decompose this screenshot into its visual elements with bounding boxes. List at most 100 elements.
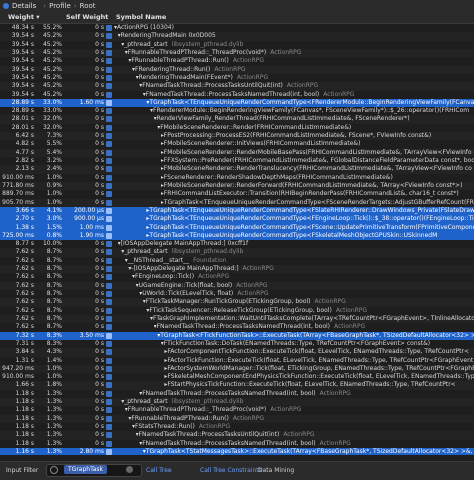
self-weight-cell: 0 s [95, 265, 104, 273]
weight-column-header[interactable]: Weight ▾ [8, 12, 40, 23]
call-tree-row[interactable]: 1.18 s 1.3% 0 s ▾FNamedTaskThread::ProcessT… [0, 440, 474, 448]
call-tree-button[interactable]: Call Tree [146, 462, 172, 480]
call-tree-row[interactable]: 4.82 s 5.5% 0 s ▸FMobileSceneRenderer::Init… [0, 140, 474, 148]
user-frame-icon [106, 58, 112, 65]
call-tree-row[interactable]: 1.18 s 1.3% 0 s ▾FNamedTaskThread::ProcessT… [0, 390, 474, 398]
call-tree-row[interactable]: 28.01 s 32.0% 0 s ▾FMobileSceneRenderer::Re… [0, 124, 474, 132]
symbol-name-column-header[interactable]: Symbol Name [116, 12, 166, 23]
user-frame-icon [106, 340, 112, 347]
call-tree-row[interactable]: 39.54 s 45.2% 0 s ▾FNamedTaskThread::Proces… [0, 91, 474, 99]
user-frame-icon [106, 274, 112, 281]
clear-filter-icon[interactable] [126, 466, 133, 473]
user-frame-icon [106, 99, 112, 106]
call-tree-row[interactable]: 2.13 s 2.4% 0 s ▸FMobileSceneRenderer::Rend… [0, 165, 474, 174]
call-tree-row[interactable]: 2.82 s 3.2% 0 s ▸FFXSystem::PreRender(FRHIC… [0, 157, 474, 165]
call-tree-row[interactable]: 1.18 s 1.3% 0 s ▾FRunnableThreadPThread::Ru… [0, 414, 474, 423]
call-tree-row[interactable]: 1.18 s 1.3% 0 s ▾FRunnableThreadPThread::_T… [0, 406, 474, 414]
weight-cell: 2.70 s [15, 215, 34, 223]
weight-cell: 1.38 s [15, 223, 34, 231]
weight-cell: 1.18 s [15, 423, 34, 430]
call-tree-row[interactable]: 4.77 s 5.4% 0 s ▸FMobileSceneRenderer::Rend… [0, 148, 474, 157]
symbol-name-text: ▸TGraphTask<TEnqueueUniqueRenderCommandT… [146, 215, 474, 223]
self-weight-cell: 0 s [95, 90, 104, 98]
symbol-name-text: ▾UGameEngine::Tick(float, bool) [135, 281, 233, 289]
call-tree-row[interactable]: 28.01 s 32.0% 0 s ▾RenderViewFamily_RenderT… [0, 115, 474, 124]
call-tree-row[interactable]: 1.66 s 1.8% 0 s ▸FStartPhysicsTickFunction:… [0, 381, 474, 390]
weight-cell: 7.62 s [15, 265, 34, 273]
self-weight-cell: 0 s [95, 198, 104, 206]
weight-cell: 6.42 s [15, 132, 34, 140]
symbol-name-text: ▾-[IOSAppDelegate MainAppThread:] [128, 265, 239, 273]
symbol-name-text: ▾_pthread_start [121, 248, 168, 256]
call-tree-row[interactable]: 7.62 s 8.7% 0 s ▾UWorld::Tick(ELevelTick, f… [0, 290, 474, 298]
call-tree-row[interactable]: 7.62 s 8.7% 0 s ▾FTaskGraphImplementation::… [0, 314, 474, 324]
call-tree-row[interactable]: 1.18 s 1.3% 0 s ▾FStatsThread::Run() ActionR… [0, 423, 474, 431]
call-tree-row[interactable]: 1.16 s 1.3% 2.80 ms ▾TGraphTask<TStatMessag… [0, 447, 474, 455]
call-tree-row[interactable]: 48.34 s 55.2% 0 s ▾ActionRPG (10304) [0, 24, 474, 32]
self-weight-column-header[interactable]: Self Weight [66, 12, 108, 23]
symbol-name-cell: ▾FRendererModule::BeginRenderingViewFami… [150, 107, 474, 115]
call-tree-row[interactable]: 28.89 s 33.0% 0 s ▾FRendererModule::BeginRe… [0, 107, 474, 115]
call-tree-row[interactable]: 7.62 s 8.7% 0 s ▾FTickTaskManager::RunTickG… [0, 298, 474, 307]
library-name: ActionRPG [314, 298, 346, 306]
breadcrumb-root[interactable]: Root [80, 0, 96, 12]
call-tree-row[interactable]: 8.77 s 10.0% 0 s ▾[IOSAppDelegate MainAppTh… [0, 240, 474, 248]
details-tab[interactable]: Details [0, 0, 40, 12]
symbol-name-cell: ▾TGraphTask<FTickFunctionTask>::ExecuteT… [157, 332, 474, 340]
call-tree-row[interactable]: 7.62 s 8.7% 0 s ▾FEngineLoop::Tick() ActionR… [0, 273, 474, 281]
call-tree-row[interactable]: 889.70 ms 1.0% 0 s ▸FRHICommandListExecutor… [0, 190, 474, 198]
user-frame-icon [106, 266, 112, 273]
filter-token[interactable]: TGraphTask [64, 465, 108, 474]
call-tree-row[interactable]: 39.54 s 45.2% 0 s ▾FRunnableThreadPThread::… [0, 48, 474, 58]
call-tree-row[interactable]: 3.84 s 4.3% 0 s ▸FActorComponentTickFunctio… [0, 348, 474, 357]
data-mining-button[interactable]: Data Mining [258, 462, 294, 480]
symbol-name-cell: ▾FRenderingThread::Run() ActionRPG [132, 66, 474, 74]
call-tree-row[interactable]: 947.20 ms 1.0% 0 s ▸FActorSystemWorldManage… [0, 364, 474, 374]
symbol-name-cell: ▾FNamedTaskThread::ProcessTasksNamedThre… [143, 91, 474, 99]
call-tree-row[interactable]: 910.00 ms 1.0% 0 s ▸FSkeletalMeshComponentE… [0, 373, 474, 381]
call-tree-row[interactable]: 905.70 ms 1.0% 0 s ▸TGraphTask<TEnqueueUniq… [0, 198, 474, 207]
call-tree-row[interactable]: 7.62 s 8.7% 0 s ▾__NSThread__start__ Foundat… [0, 257, 474, 265]
call-tree-row[interactable]: 7.62 s 8.7% 0 s ▾FTickTaskSequencer::Releas… [0, 307, 474, 315]
call-tree-row[interactable]: 3.66 s 4.1% 200.00 µs ▸TGraphTask<TEnqueueU… [0, 206, 474, 216]
symbol-name-cell: ▸FMobileSceneRenderer::InitViews(FRHICom… [161, 140, 474, 148]
symbol-name-cell: ▾RenderingThreadMain(FEvent*) ActionRPG [136, 74, 474, 82]
call-tree-row[interactable]: 1.18 s 1.3% 0 s ▾_pthread_start libsystem_pt… [0, 398, 474, 407]
user-frame-icon [106, 315, 112, 322]
weight-percent-cell: 32.0% [42, 123, 62, 131]
call-tree-row[interactable]: 771.80 ms 0.9% 0 s ▸FMobileSceneRenderer::R… [0, 181, 474, 191]
breadcrumb-profile[interactable]: Profile [49, 0, 71, 12]
call-tree-row[interactable]: 28.89 s 33.0% 1.60 ms ▾TGraphTask<TEnqueueU… [0, 98, 474, 108]
self-weight-cell: 0 s [95, 181, 104, 189]
call-tree-row[interactable]: 39.54 s 45.2% 0 s ▾RenderingThreadMain(FEve… [0, 74, 474, 82]
symbol-name-text: ▾UWorld::Tick(ELevelTick, float) [139, 290, 234, 297]
weight-percent-cell: 7.3% [46, 132, 62, 140]
weight-percent-cell: 10.0% [42, 240, 62, 248]
user-frame-icon [106, 390, 112, 397]
call-tree-row[interactable]: 1.18 s 1.3% 0 s ▾FNamedTaskThread::ProcessT… [0, 431, 474, 440]
call-tree-constraints-button[interactable]: Call Tree Constraints [200, 462, 262, 480]
call-tree-row[interactable]: 7.32 s 8.3% 3.50 ms ▾TGraphTask<FTickFuncti… [0, 331, 474, 340]
call-tree-row[interactable]: 7.31 s 8.3% 0 s ▾FTickFunctionTask::DoTask(… [0, 340, 474, 348]
call-tree-row[interactable]: 39.54 s 45.2% 0 s ▾FNamedTaskThread::Proces… [0, 82, 474, 91]
symbol-name-text: ▾FNamedTaskThread::ProcessTasksNamedThre… [142, 90, 320, 98]
call-tree-row[interactable]: 39.54 s 45.2% 0 s ▾RenderingThreadMain 0x0D… [0, 32, 474, 41]
call-tree-row[interactable]: 39.54 s 45.2% 0 s ▾_pthread_start libsystem_… [0, 41, 474, 49]
call-tree-row[interactable]: 7.62 s 8.7% 0 s ▾FNamedTaskThread::ProcessT… [0, 323, 474, 331]
weight-cell: 28.89 s [11, 107, 34, 115]
call-tree-row[interactable]: 2.70 s 3.0% 900.00 µs ▸TGraphTask<TEnqueueU… [0, 215, 474, 224]
call-tree-row[interactable]: 39.54 s 45.2% 0 s ▾FRunnableThreadPThread::… [0, 57, 474, 65]
call-tree-row[interactable]: 6.42 s 7.3% 0 s ▸FPostProcessing::ProcessES… [0, 132, 474, 141]
call-tree-row[interactable]: 1.38 s 1.5% 1.00 ms ▸TGraphTask<TEnqueueUni… [0, 223, 474, 232]
symbol-name-cell: ▾FRunnableThreadPThread::_ThreadProc(voi… [125, 406, 474, 414]
call-tree-row[interactable]: 910.00 ms 1.0% 0 s ▸FSceneRenderer::RenderS… [0, 174, 474, 182]
symbol-name-text: ▸FMobileSceneRenderer::RenderForward(FRH… [160, 181, 463, 189]
call-tree-row[interactable]: 7.62 s 8.7% 0 s ▾_pthread_start libsystem_pt… [0, 248, 474, 257]
call-tree-outline[interactable]: 48.34 s 55.2% 0 s ▾ActionRPG (10304) 39.54 s… [0, 24, 474, 455]
call-tree-row[interactable]: 1.31 s 1.4% 0 s ▸FActorTickFunction::Execut… [0, 357, 474, 365]
call-tree-row[interactable]: 7.62 s 8.7% 0 s ▾-[IOSAppDelegate MainAppTh… [0, 265, 474, 274]
user-frame-icon [106, 332, 112, 339]
call-tree-row[interactable]: 725.00 ms 0.8% 1.90 ms ▸TGraphTask<TEnqueue… [0, 231, 474, 241]
call-tree-row[interactable]: 39.54 s 45.2% 0 s ▾FRenderingThread::Run() A… [0, 65, 474, 74]
call-tree-row[interactable]: 7.62 s 8.7% 0 s ▾UGameEngine::Tick(float, b… [0, 281, 474, 290]
